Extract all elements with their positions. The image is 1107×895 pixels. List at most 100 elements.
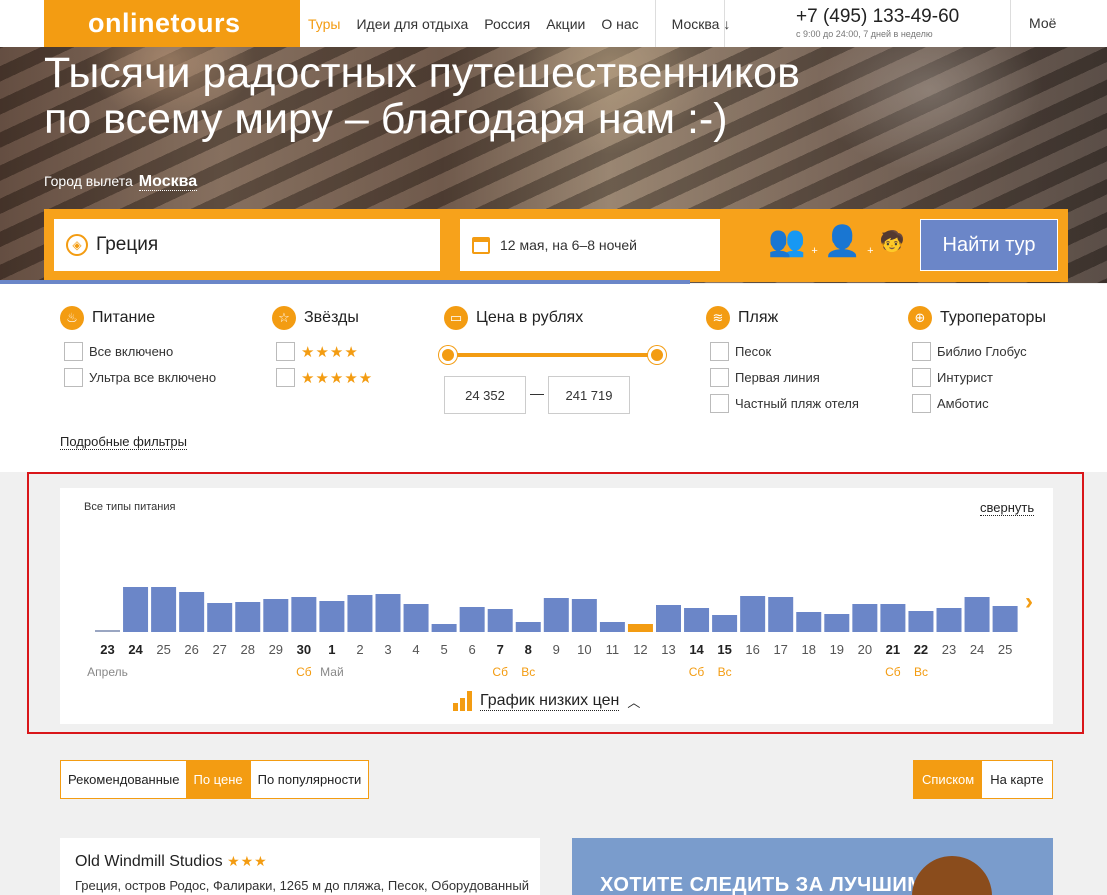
chart-bar[interactable] <box>740 596 766 632</box>
nav-tours[interactable]: Туры <box>300 16 348 32</box>
hotel-name-row: Old Windmill Studios ★★★ <box>75 853 268 871</box>
nav-about[interactable]: О нас <box>593 16 646 32</box>
checkbox-5-stars[interactable]: ★★★★★ <box>276 368 373 387</box>
more-filters-link[interactable]: Подробные фильтры <box>60 434 187 450</box>
chart-bar[interactable] <box>95 630 120 632</box>
chart-bar[interactable] <box>712 615 738 632</box>
chart-bar[interactable] <box>515 622 541 632</box>
nav-russia[interactable]: Россия <box>476 16 538 32</box>
option-label: Амботис <box>937 396 989 411</box>
chart-bar[interactable] <box>852 604 878 632</box>
chart-bar[interactable] <box>964 597 990 632</box>
checkbox[interactable] <box>912 394 931 413</box>
departure-city-link[interactable]: Москва <box>138 173 198 191</box>
checkbox-operator-2[interactable]: Интурист <box>912 368 1046 387</box>
view-map[interactable]: На карте <box>982 761 1051 798</box>
checkbox[interactable] <box>64 368 83 387</box>
chart-bar[interactable] <box>151 587 177 632</box>
hero-headline: Тысячи радостных путешественников по все… <box>44 50 800 142</box>
departure-city: Город вылета Москва <box>44 173 198 191</box>
dates-value: 12 мая, на 6–8 ночей <box>500 237 637 253</box>
plus-icon: + <box>811 245 818 257</box>
price-max-handle[interactable] <box>648 346 666 364</box>
checkbox[interactable] <box>710 368 729 387</box>
chart-bar[interactable] <box>880 604 906 632</box>
chart-bar[interactable] <box>207 603 233 632</box>
price-max-input[interactable]: 241 719 <box>548 376 630 414</box>
chart-date-label: 3 <box>384 642 391 657</box>
nav-ideas[interactable]: Идеи для отдыха <box>348 16 476 32</box>
low-prices-toggle[interactable]: График низких цен ︿ <box>453 691 640 711</box>
checkbox-all-inclusive[interactable]: Все включено <box>64 342 216 361</box>
sort-switcher: Рекомендованные По цене По популярности <box>60 760 370 799</box>
checkbox[interactable] <box>64 342 83 361</box>
checkbox[interactable] <box>912 342 931 361</box>
chart-bar[interactable] <box>459 607 485 632</box>
chart-date-label: 22 <box>914 642 928 657</box>
chart-bar[interactable] <box>824 614 850 632</box>
chart-bar[interactable] <box>992 606 1018 632</box>
checkbox-4-stars[interactable]: ★★★★ <box>276 342 373 361</box>
city-selector[interactable]: Москва ↓ <box>664 16 745 32</box>
sort-price[interactable]: По цене <box>186 761 250 798</box>
chart-bar[interactable] <box>263 599 289 632</box>
chart-bar[interactable] <box>936 608 962 632</box>
chart-bar[interactable] <box>571 599 597 632</box>
filter-price-title: Цена в рублях <box>476 309 584 326</box>
checkbox-ultra-all-inclusive[interactable]: Ультра все включено <box>64 368 216 387</box>
checkbox[interactable] <box>710 394 729 413</box>
chart-date-label: 19 <box>830 642 844 657</box>
hotel-name[interactable]: Old Windmill Studios <box>75 853 223 870</box>
chart-date-label: 5 <box>440 642 447 657</box>
logo[interactable]: onlinetours <box>44 0 300 47</box>
chart-bar[interactable] <box>403 604 429 632</box>
chart-weekday-label: Сб <box>492 665 508 679</box>
dates-field[interactable]: 12 мая, на 6–8 ночей <box>460 219 720 271</box>
find-tour-button[interactable]: Найти тур <box>920 219 1058 271</box>
view-list[interactable]: Списком <box>914 761 983 798</box>
price-min-handle[interactable] <box>439 346 457 364</box>
checkbox[interactable] <box>276 368 295 387</box>
loading-progress <box>0 280 690 284</box>
chart-bar[interactable] <box>347 595 373 632</box>
sort-recommended[interactable]: Рекомендованные <box>61 761 186 798</box>
nav-promos[interactable]: Акции <box>538 16 593 32</box>
checkbox-private-beach[interactable]: Частный пляж отеля <box>710 394 859 413</box>
hotel-card[interactable]: Old Windmill Studios ★★★ Греция, остров … <box>60 838 540 895</box>
globe-icon: ⊕ <box>908 306 932 330</box>
chart-bar[interactable] <box>319 601 345 632</box>
account-link[interactable]: Моё <box>1029 15 1056 31</box>
travelers-selector[interactable]: 👥 + 👤 + 🧒 <box>768 227 905 258</box>
chart-bar[interactable] <box>235 602 261 632</box>
chart-bar[interactable] <box>684 608 710 632</box>
chart-date-label: 23 <box>942 642 956 657</box>
price-slider[interactable] <box>439 346 666 364</box>
checkbox-sand[interactable]: Песок <box>710 342 859 361</box>
chart-bar[interactable] <box>179 592 205 632</box>
promo-banner[interactable]: ХОТИТЕ СЛЕДИТЬ ЗА ЛУЧШИМИ <box>572 838 1053 895</box>
checkbox[interactable] <box>710 342 729 361</box>
chart-bar[interactable] <box>543 598 569 632</box>
chart-bar[interactable] <box>431 624 457 632</box>
sort-popularity[interactable]: По популярности <box>249 761 369 798</box>
checkbox-first-line[interactable]: Первая линия <box>710 368 859 387</box>
chart-bar[interactable] <box>627 624 653 632</box>
chart-bar[interactable] <box>908 611 934 632</box>
price-min-input[interactable]: 24 352 <box>444 376 526 414</box>
checkbox[interactable] <box>912 368 931 387</box>
chart-bar[interactable] <box>768 597 794 632</box>
chart-bar[interactable] <box>656 605 681 632</box>
checkbox-operator-1[interactable]: Библио Глобус <box>912 342 1046 361</box>
phone-number[interactable]: +7 (495) 133-49-60 <box>796 6 959 28</box>
chart-bar[interactable] <box>291 597 317 632</box>
chart-bar[interactable] <box>796 612 822 632</box>
checkbox-operator-3[interactable]: Амботис <box>912 394 1046 413</box>
chart-bar[interactable] <box>599 622 625 632</box>
chart-bar[interactable] <box>487 609 513 632</box>
option-label: Все включено <box>89 344 174 359</box>
checkbox[interactable] <box>276 342 295 361</box>
chevron-right-icon[interactable]: › <box>1025 588 1033 616</box>
chart-bar[interactable] <box>375 594 401 632</box>
destination-field[interactable]: ◈ Греция <box>54 219 440 271</box>
chart-bar[interactable] <box>123 587 149 632</box>
